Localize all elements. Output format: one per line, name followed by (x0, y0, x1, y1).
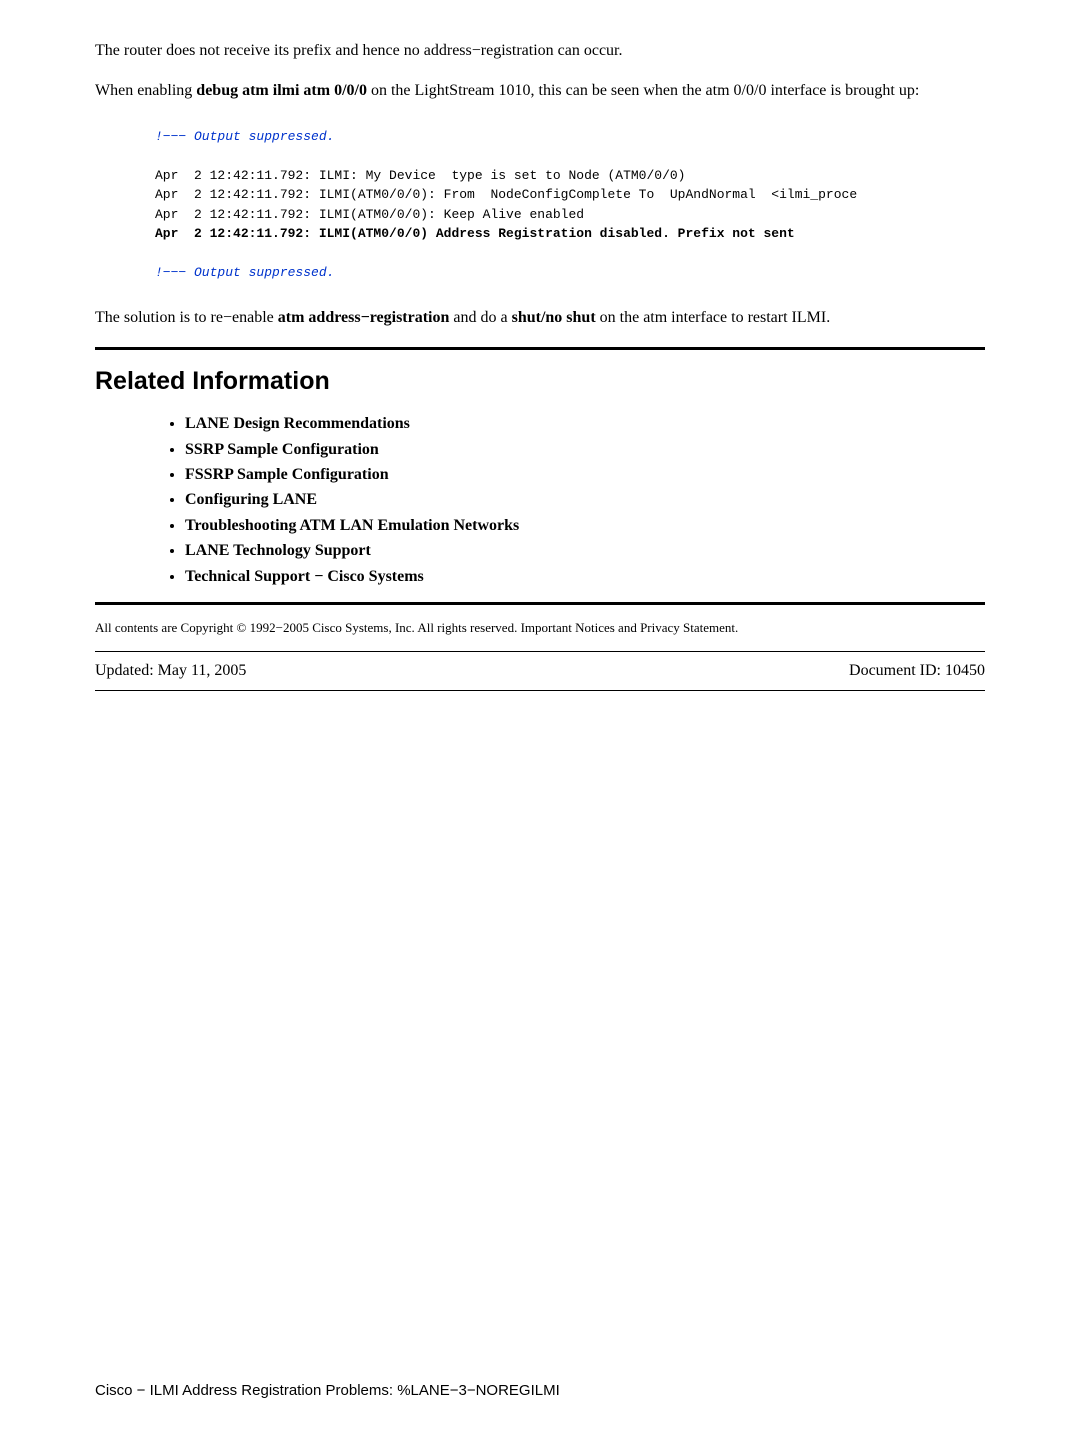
solution-b2: shut/no shut (512, 309, 596, 326)
solution-b1: atm address−registration (278, 309, 450, 326)
related-item-4: Troubleshooting ATM LAN Emulation Networ… (185, 515, 985, 537)
related-item-1: SSRP Sample Configuration (185, 439, 985, 461)
solution-para: The solution is to re−enable atm address… (95, 307, 985, 329)
related-link-2[interactable]: FSSRP Sample Configuration (185, 466, 389, 483)
related-item-5: LANE Technology Support (185, 540, 985, 562)
code-block: !−−− Output suppressed. Apr 2 12:42:11.7… (155, 127, 985, 283)
related-link-4[interactable]: Troubleshooting ATM LAN Emulation Networ… (185, 517, 519, 534)
copyright-text: All contents are Copyright © 1992−2005 C… (95, 619, 985, 637)
related-item-6: Technical Support − Cisco Systems (185, 566, 985, 588)
footer-docid: Document ID: 10450 (849, 660, 985, 682)
divider-after-related (95, 602, 985, 605)
code-l1: Apr 2 12:42:11.792: ILMI: My Device type… (155, 168, 686, 183)
solution-pre: The solution is to re−enable (95, 309, 278, 326)
code-comment2: !−−− Output suppressed. (155, 265, 334, 280)
related-link-3[interactable]: Configuring LANE (185, 491, 317, 508)
intro-line2-pre: When enabling (95, 82, 196, 99)
related-link-5[interactable]: LANE Technology Support (185, 542, 371, 559)
page-footer: Cisco − ILMI Address Registration Proble… (95, 1380, 560, 1401)
related-item-2: FSSRP Sample Configuration (185, 464, 985, 486)
solution-mid1: and do a (449, 309, 511, 326)
intro-line1: The router does not receive its prefix a… (95, 40, 985, 62)
related-link-6[interactable]: Technical Support − Cisco Systems (185, 568, 424, 585)
related-item-0: LANE Design Recommendations (185, 413, 985, 435)
related-link-0[interactable]: LANE Design Recommendations (185, 415, 410, 432)
intro-line2: When enabling debug atm ilmi atm 0/0/0 o… (95, 80, 985, 102)
solution-mid2: on the atm interface to restart ILMI. (596, 309, 831, 326)
code-l4: Apr 2 12:42:11.792: ILMI(ATM0/0/0) Addre… (155, 226, 795, 241)
divider-before-related (95, 347, 985, 350)
code-comment1: !−−− Output suppressed. (155, 129, 334, 144)
related-list: LANE Design Recommendations SSRP Sample … (185, 413, 985, 588)
intro-line2-cmd: debug atm ilmi atm 0/0/0 (196, 82, 367, 99)
divider-after-footer (95, 690, 985, 691)
related-item-3: Configuring LANE (185, 489, 985, 511)
divider-before-footer (95, 651, 985, 652)
code-l3: Apr 2 12:42:11.792: ILMI(ATM0/0/0): Keep… (155, 207, 584, 222)
related-heading: Related Information (95, 364, 985, 399)
footer-row: Updated: May 11, 2005 Document ID: 10450 (95, 660, 985, 682)
footer-updated: Updated: May 11, 2005 (95, 660, 246, 682)
related-link-1[interactable]: SSRP Sample Configuration (185, 441, 379, 458)
code-l2: Apr 2 12:42:11.792: ILMI(ATM0/0/0): From… (155, 187, 857, 202)
intro-line2-post: on the LightStream 1010, this can be see… (367, 82, 919, 99)
